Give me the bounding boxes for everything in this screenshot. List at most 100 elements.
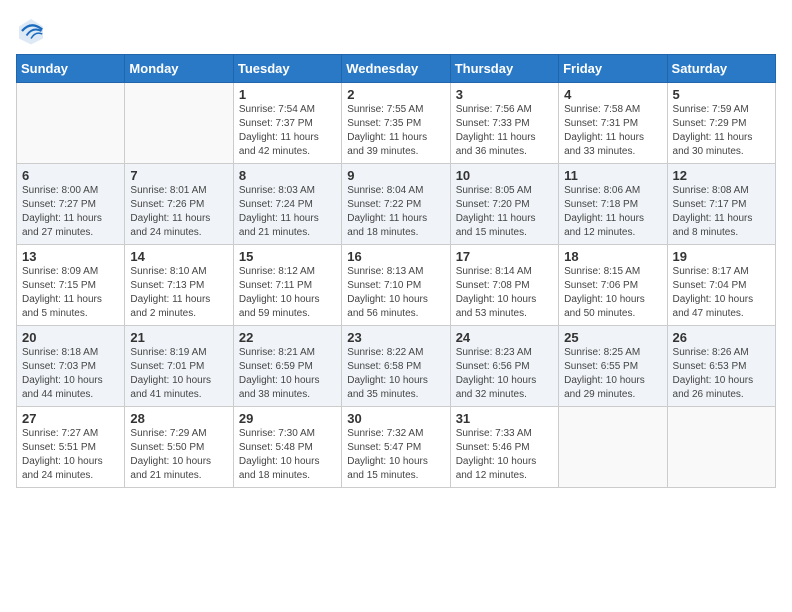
header-cell-thursday: Thursday [450,55,558,83]
day-number: 19 [673,249,770,264]
day-info: Sunrise: 8:26 AMSunset: 6:53 PMDaylight:… [673,346,770,402]
day-info: Sunrise: 8:00 AMSunset: 7:27 PMDaylight:… [22,184,119,240]
calendar-cell: 5Sunrise: 7:59 AMSunset: 7:29 PMDaylight… [667,83,775,164]
logo [16,16,50,46]
day-number: 17 [456,249,553,264]
day-number: 11 [564,168,661,183]
day-info: Sunrise: 7:55 AMSunset: 7:35 PMDaylight:… [347,103,444,159]
day-number: 4 [564,87,661,102]
day-number: 10 [456,168,553,183]
logo-icon [16,16,46,46]
day-info: Sunrise: 8:10 AMSunset: 7:13 PMDaylight:… [130,265,227,321]
day-info: Sunrise: 8:25 AMSunset: 6:55 PMDaylight:… [564,346,661,402]
header-cell-wednesday: Wednesday [342,55,450,83]
day-number: 6 [22,168,119,183]
day-info: Sunrise: 8:17 AMSunset: 7:04 PMDaylight:… [673,265,770,321]
day-info: Sunrise: 8:03 AMSunset: 7:24 PMDaylight:… [239,184,336,240]
calendar-cell: 30Sunrise: 7:32 AMSunset: 5:47 PMDayligh… [342,407,450,488]
day-number: 23 [347,330,444,345]
calendar-cell: 8Sunrise: 8:03 AMSunset: 7:24 PMDaylight… [233,164,341,245]
calendar-cell: 11Sunrise: 8:06 AMSunset: 7:18 PMDayligh… [559,164,667,245]
day-number: 24 [456,330,553,345]
day-number: 27 [22,411,119,426]
header-cell-sunday: Sunday [17,55,125,83]
calendar-cell: 22Sunrise: 8:21 AMSunset: 6:59 PMDayligh… [233,326,341,407]
day-info: Sunrise: 8:08 AMSunset: 7:17 PMDaylight:… [673,184,770,240]
day-info: Sunrise: 7:56 AMSunset: 7:33 PMDaylight:… [456,103,553,159]
calendar-cell: 31Sunrise: 7:33 AMSunset: 5:46 PMDayligh… [450,407,558,488]
calendar-cell: 9Sunrise: 8:04 AMSunset: 7:22 PMDaylight… [342,164,450,245]
calendar-cell: 7Sunrise: 8:01 AMSunset: 7:26 PMDaylight… [125,164,233,245]
day-info: Sunrise: 7:33 AMSunset: 5:46 PMDaylight:… [456,427,553,483]
week-row: 1Sunrise: 7:54 AMSunset: 7:37 PMDaylight… [17,83,776,164]
day-info: Sunrise: 8:23 AMSunset: 6:56 PMDaylight:… [456,346,553,402]
day-info: Sunrise: 7:59 AMSunset: 7:29 PMDaylight:… [673,103,770,159]
day-number: 22 [239,330,336,345]
day-info: Sunrise: 8:05 AMSunset: 7:20 PMDaylight:… [456,184,553,240]
calendar-cell: 21Sunrise: 8:19 AMSunset: 7:01 PMDayligh… [125,326,233,407]
calendar-cell: 2Sunrise: 7:55 AMSunset: 7:35 PMDaylight… [342,83,450,164]
day-info: Sunrise: 8:04 AMSunset: 7:22 PMDaylight:… [347,184,444,240]
calendar-cell [17,83,125,164]
calendar-cell: 25Sunrise: 8:25 AMSunset: 6:55 PMDayligh… [559,326,667,407]
header-cell-saturday: Saturday [667,55,775,83]
page-header [16,16,776,46]
day-info: Sunrise: 7:30 AMSunset: 5:48 PMDaylight:… [239,427,336,483]
day-info: Sunrise: 8:13 AMSunset: 7:10 PMDaylight:… [347,265,444,321]
calendar-cell: 28Sunrise: 7:29 AMSunset: 5:50 PMDayligh… [125,407,233,488]
day-number: 1 [239,87,336,102]
calendar-cell [667,407,775,488]
day-number: 18 [564,249,661,264]
calendar-cell [125,83,233,164]
header-cell-monday: Monday [125,55,233,83]
week-row: 13Sunrise: 8:09 AMSunset: 7:15 PMDayligh… [17,245,776,326]
week-row: 27Sunrise: 7:27 AMSunset: 5:51 PMDayligh… [17,407,776,488]
calendar-cell: 16Sunrise: 8:13 AMSunset: 7:10 PMDayligh… [342,245,450,326]
calendar-cell: 13Sunrise: 8:09 AMSunset: 7:15 PMDayligh… [17,245,125,326]
day-info: Sunrise: 8:06 AMSunset: 7:18 PMDaylight:… [564,184,661,240]
calendar-cell: 26Sunrise: 8:26 AMSunset: 6:53 PMDayligh… [667,326,775,407]
calendar-table: SundayMondayTuesdayWednesdayThursdayFrid… [16,54,776,488]
day-number: 20 [22,330,119,345]
day-number: 15 [239,249,336,264]
calendar-cell: 29Sunrise: 7:30 AMSunset: 5:48 PMDayligh… [233,407,341,488]
day-info: Sunrise: 8:12 AMSunset: 7:11 PMDaylight:… [239,265,336,321]
week-row: 6Sunrise: 8:00 AMSunset: 7:27 PMDaylight… [17,164,776,245]
calendar-cell: 14Sunrise: 8:10 AMSunset: 7:13 PMDayligh… [125,245,233,326]
day-info: Sunrise: 8:19 AMSunset: 7:01 PMDaylight:… [130,346,227,402]
day-info: Sunrise: 7:54 AMSunset: 7:37 PMDaylight:… [239,103,336,159]
day-info: Sunrise: 7:32 AMSunset: 5:47 PMDaylight:… [347,427,444,483]
calendar-cell: 1Sunrise: 7:54 AMSunset: 7:37 PMDaylight… [233,83,341,164]
day-number: 12 [673,168,770,183]
calendar-cell [559,407,667,488]
week-row: 20Sunrise: 8:18 AMSunset: 7:03 PMDayligh… [17,326,776,407]
calendar-cell: 4Sunrise: 7:58 AMSunset: 7:31 PMDaylight… [559,83,667,164]
day-number: 13 [22,249,119,264]
calendar-cell: 15Sunrise: 8:12 AMSunset: 7:11 PMDayligh… [233,245,341,326]
day-info: Sunrise: 8:09 AMSunset: 7:15 PMDaylight:… [22,265,119,321]
day-number: 7 [130,168,227,183]
calendar-cell: 3Sunrise: 7:56 AMSunset: 7:33 PMDaylight… [450,83,558,164]
day-info: Sunrise: 7:27 AMSunset: 5:51 PMDaylight:… [22,427,119,483]
day-number: 9 [347,168,444,183]
calendar-cell: 6Sunrise: 8:00 AMSunset: 7:27 PMDaylight… [17,164,125,245]
day-info: Sunrise: 8:18 AMSunset: 7:03 PMDaylight:… [22,346,119,402]
calendar-cell: 17Sunrise: 8:14 AMSunset: 7:08 PMDayligh… [450,245,558,326]
day-number: 3 [456,87,553,102]
day-number: 14 [130,249,227,264]
day-number: 2 [347,87,444,102]
day-info: Sunrise: 8:14 AMSunset: 7:08 PMDaylight:… [456,265,553,321]
day-number: 21 [130,330,227,345]
day-info: Sunrise: 7:29 AMSunset: 5:50 PMDaylight:… [130,427,227,483]
day-number: 16 [347,249,444,264]
day-number: 28 [130,411,227,426]
header-row: SundayMondayTuesdayWednesdayThursdayFrid… [17,55,776,83]
day-number: 5 [673,87,770,102]
calendar-cell: 24Sunrise: 8:23 AMSunset: 6:56 PMDayligh… [450,326,558,407]
calendar-cell: 27Sunrise: 7:27 AMSunset: 5:51 PMDayligh… [17,407,125,488]
header-cell-friday: Friday [559,55,667,83]
day-info: Sunrise: 8:22 AMSunset: 6:58 PMDaylight:… [347,346,444,402]
calendar-cell: 18Sunrise: 8:15 AMSunset: 7:06 PMDayligh… [559,245,667,326]
day-number: 8 [239,168,336,183]
header-cell-tuesday: Tuesday [233,55,341,83]
